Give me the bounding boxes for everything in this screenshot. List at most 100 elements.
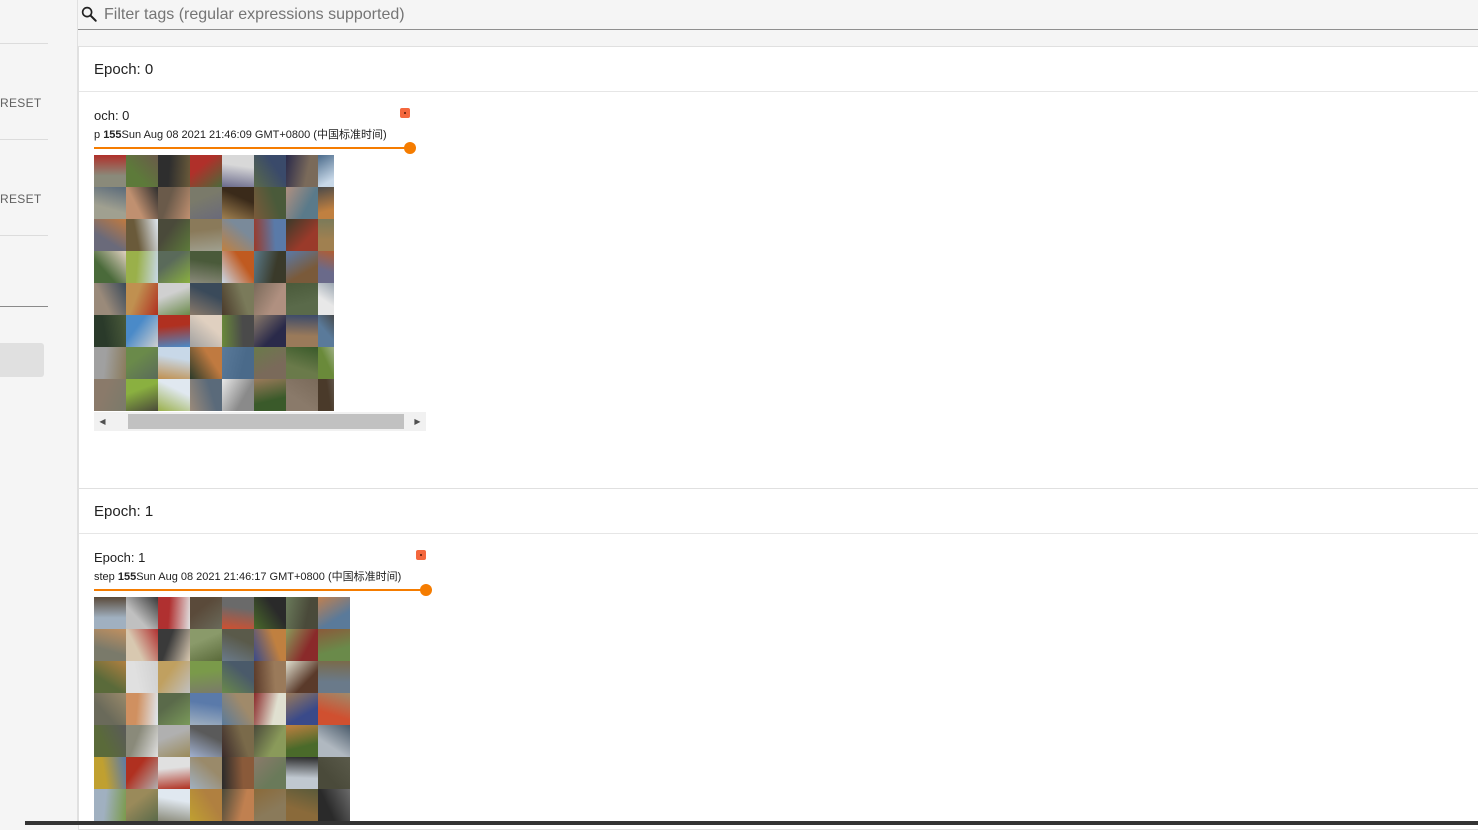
tag-filter-input[interactable]: [102, 3, 806, 27]
image-thumbnail: [158, 155, 190, 187]
image-thumbnail: [318, 379, 334, 411]
image-thumbnail: [126, 187, 158, 219]
scroll-left-arrow-icon[interactable]: ◀: [94, 412, 111, 431]
group-header[interactable]: Epoch: 0: [79, 47, 1478, 92]
image-thumbnail: [126, 661, 158, 693]
scrollbar-thumb[interactable]: [128, 414, 404, 429]
fullscreen-icon[interactable]: [400, 108, 410, 118]
image-thumbnail: [222, 283, 254, 315]
image-thumbnail: [94, 789, 126, 821]
reset-button-2[interactable]: RESET: [0, 192, 42, 206]
image-thumbnail: [286, 283, 318, 315]
image-thumbnail: [222, 347, 254, 379]
image-thumbnail: [190, 187, 222, 219]
image-thumbnail: [318, 251, 334, 283]
fullscreen-icon[interactable]: [416, 550, 426, 560]
tag-filter-bar: [78, 0, 1478, 30]
image-thumbnail: [190, 661, 222, 693]
image-thumbnail: [158, 315, 190, 347]
image-thumbnail: [190, 725, 222, 757]
scroll-right-arrow-icon[interactable]: ▶: [409, 412, 426, 431]
image-thumbnail: [318, 789, 350, 821]
image-thumbnail: [286, 155, 318, 187]
image-thumbnail: [158, 283, 190, 315]
image-thumbnail: [254, 693, 286, 725]
step-label: step: [94, 571, 115, 583]
image-thumbnail: [126, 693, 158, 725]
image-thumbnail: [126, 789, 158, 821]
image-thumbnail: [222, 251, 254, 283]
image-thumbnail: [190, 219, 222, 251]
image-thumbnail: [222, 379, 254, 411]
image-thumbnail: [254, 315, 286, 347]
image-thumbnail: [126, 597, 158, 629]
search-icon: [81, 6, 97, 22]
image-thumbnail: [222, 315, 254, 347]
image-thumbnail: [222, 757, 254, 789]
image-thumbnail: [94, 155, 126, 187]
image-thumbnail: [286, 693, 318, 725]
image-thumbnail: [94, 251, 126, 283]
image-thumbnail: [222, 629, 254, 661]
image-thumbnail: [286, 661, 318, 693]
image-thumbnail: [318, 597, 350, 629]
image-thumbnail: [94, 725, 126, 757]
step-slider-knob[interactable]: [420, 584, 432, 596]
reset-button-1[interactable]: RESET: [0, 96, 42, 110]
step-value: 155: [103, 129, 122, 141]
timestamp: Sun Aug 08 2021 21:46:17 GMT+0800 (中国标准时…: [136, 571, 402, 583]
image-thumbnail: [254, 757, 286, 789]
card-step-info: p 155Sun Aug 08 2021 21:46:09 GMT+0800 (…: [94, 126, 387, 142]
image-thumbnail: [222, 789, 254, 821]
image-thumbnail: [158, 789, 190, 821]
image-thumbnail: [158, 187, 190, 219]
image-thumbnail: [254, 155, 286, 187]
image-thumbnail: [190, 251, 222, 283]
image-thumbnail: [286, 789, 318, 821]
image-thumbnail: [126, 283, 158, 315]
image-thumbnail: [286, 725, 318, 757]
image-thumbnail: [158, 757, 190, 789]
image-thumbnail: [94, 379, 126, 411]
image-thumbnail: [190, 347, 222, 379]
sidebar-input-underline[interactable]: [0, 306, 48, 307]
image-thumbnail: [190, 757, 222, 789]
image-thumbnail: [222, 155, 254, 187]
step-value: 155: [117, 571, 137, 583]
step-slider-track[interactable]: [94, 589, 426, 591]
image-thumbnail: [126, 155, 158, 187]
image-thumbnail: [318, 315, 334, 347]
image-thumbnail: [286, 629, 318, 661]
group-epoch-1: Epoch: 1 Epoch: 1 step 155Sun Aug 08 202…: [78, 488, 1478, 830]
image-thumbnail: [126, 347, 158, 379]
image-thumbnail: [318, 155, 334, 187]
image-thumbnail: [126, 629, 158, 661]
image-grid: [94, 155, 334, 411]
image-thumbnail: [318, 629, 350, 661]
sidebar-selected-item[interactable]: [0, 343, 44, 377]
image-thumbnail: [158, 379, 190, 411]
image-thumbnail: [286, 315, 318, 347]
sidebar: RESET RESET: [0, 0, 48, 825]
image-thumbnail: [126, 315, 158, 347]
image-thumbnail: [286, 597, 318, 629]
image-thumbnail: [94, 693, 126, 725]
image-thumbnail: [158, 219, 190, 251]
horizontal-scrollbar[interactable]: ◀ ▶: [94, 412, 426, 431]
image-thumbnail: [158, 347, 190, 379]
image-thumbnail: [94, 629, 126, 661]
image-thumbnail: [254, 661, 286, 693]
step-slider-track[interactable]: [94, 147, 410, 149]
image-thumbnail: [94, 315, 126, 347]
image-thumbnail: [254, 789, 286, 821]
image-thumbnail: [190, 283, 222, 315]
image-thumbnail: [94, 661, 126, 693]
image-thumbnail: [286, 379, 318, 411]
image-thumbnail: [158, 661, 190, 693]
image-thumbnail: [126, 757, 158, 789]
group-header[interactable]: Epoch: 1: [79, 489, 1478, 534]
image-thumbnail: [254, 629, 286, 661]
image-thumbnail: [190, 629, 222, 661]
step-slider-knob[interactable]: [404, 142, 416, 154]
image-thumbnail: [126, 251, 158, 283]
